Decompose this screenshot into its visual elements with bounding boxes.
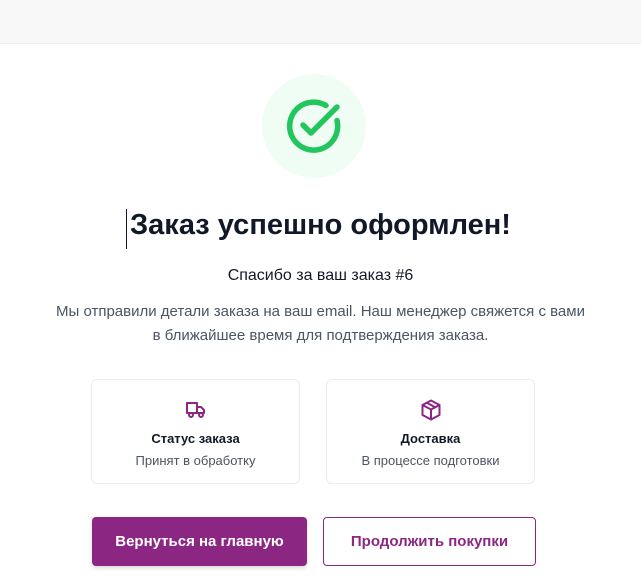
delivery-card: Доставка В процессе подготовки xyxy=(326,379,535,484)
check-circle-icon xyxy=(286,99,341,153)
top-bar xyxy=(0,0,641,44)
order-description: Мы отправили детали заказа на ваш email.… xyxy=(56,303,585,344)
success-badge xyxy=(262,74,366,178)
truck-icon xyxy=(185,402,205,418)
order-thanks: Спасибо за ваш заказ #6 xyxy=(227,267,414,284)
card-title: Статус заказа xyxy=(151,431,240,446)
card-text: В процессе подготовки xyxy=(361,453,500,468)
order-status-card: Статус заказа Принят в обработку xyxy=(91,379,300,484)
card-title: Доставка xyxy=(400,431,461,446)
back-home-button[interactable]: Вернуться на главную xyxy=(92,517,307,566)
continue-shopping-button[interactable]: Продолжить покупки xyxy=(323,517,536,566)
text-cursor xyxy=(126,209,127,249)
page-title: Заказ успешно оформлен! xyxy=(130,209,511,241)
package-icon xyxy=(421,399,440,421)
card-text: Принят в обработку xyxy=(135,453,256,468)
